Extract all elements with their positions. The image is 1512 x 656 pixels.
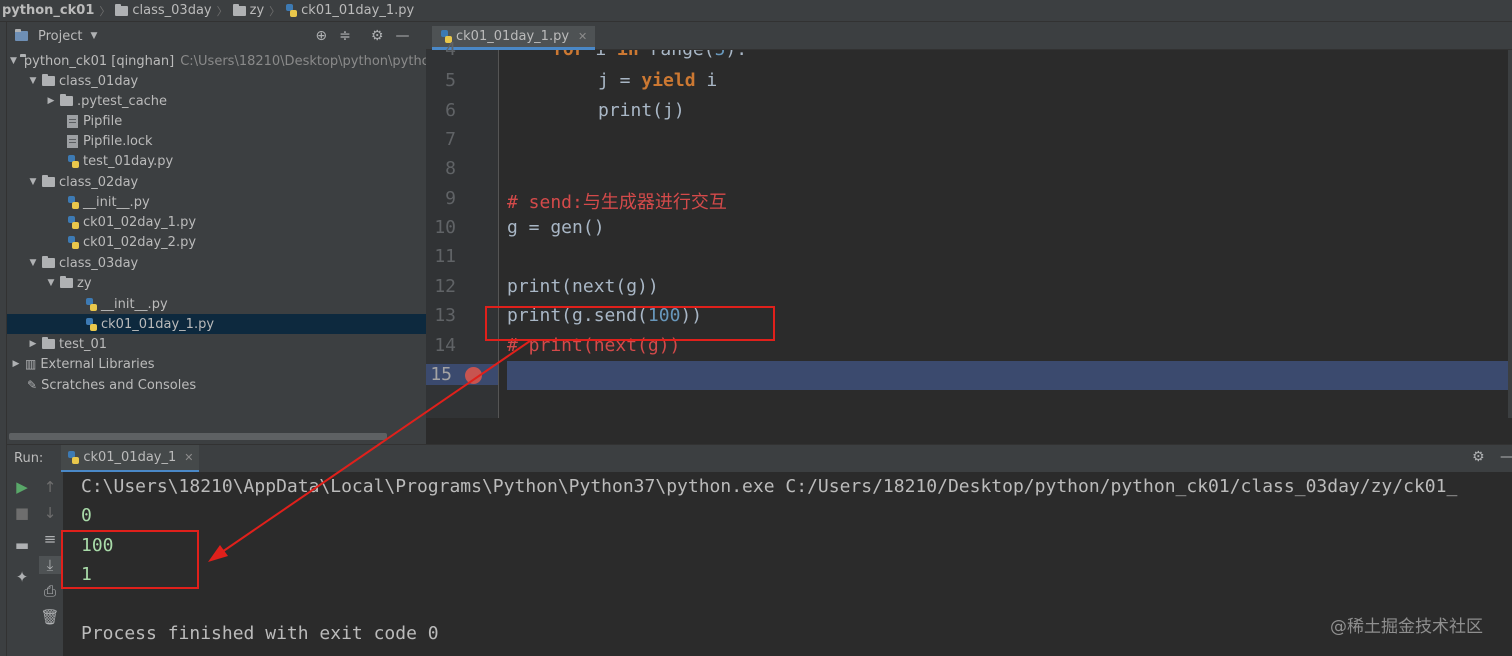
annotation-arrow-head bbox=[208, 545, 228, 562]
annotation-arrow-line bbox=[221, 340, 531, 553]
watermark: @稀土掘金技术社区 bbox=[1330, 617, 1483, 637]
annotation-arrow bbox=[208, 340, 531, 562]
